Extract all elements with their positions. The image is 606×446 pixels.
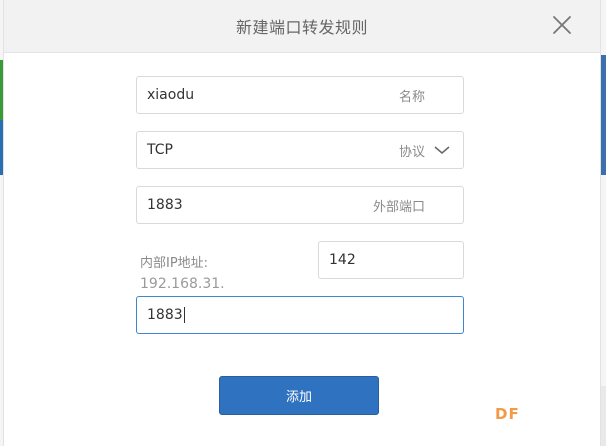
chevron-down-icon xyxy=(433,141,451,159)
external-port-field[interactable]: 1883 外部端口 xyxy=(136,186,464,224)
external-port-value: 1883 xyxy=(147,197,183,213)
internal-port-text: 1883 xyxy=(147,307,183,323)
watermark-logo: DF xyxy=(495,405,520,423)
dialog-header: 新建端口转发规则 xyxy=(4,0,600,53)
internal-ip-last-octet-value: 142 xyxy=(329,252,356,268)
close-icon xyxy=(553,16,571,34)
protocol-select[interactable]: TCP 协议 xyxy=(136,131,464,169)
internal-ip-last-octet-field[interactable]: 142 xyxy=(318,241,464,279)
internal-port-value: 1883 xyxy=(137,307,463,323)
dialog-title: 新建端口转发规则 xyxy=(235,18,368,37)
protocol-selected-value: TCP xyxy=(147,142,173,158)
text-caret xyxy=(183,307,185,323)
internal-ip-prefix: 192.168.31. xyxy=(140,276,225,292)
name-field[interactable]: xiaodu 名称 xyxy=(136,76,464,114)
external-port-label: 外部端口 xyxy=(372,199,425,215)
internal-port-field[interactable]: 1883 xyxy=(136,296,464,334)
internal-ip-label: 内部IP地址: xyxy=(140,256,209,271)
protocol-field-label: 协议 xyxy=(398,144,425,160)
name-input-value: xiaodu xyxy=(147,87,195,103)
add-button[interactable]: 添加 xyxy=(219,376,379,415)
close-button[interactable] xyxy=(550,13,574,37)
name-field-label: 名称 xyxy=(398,89,425,105)
